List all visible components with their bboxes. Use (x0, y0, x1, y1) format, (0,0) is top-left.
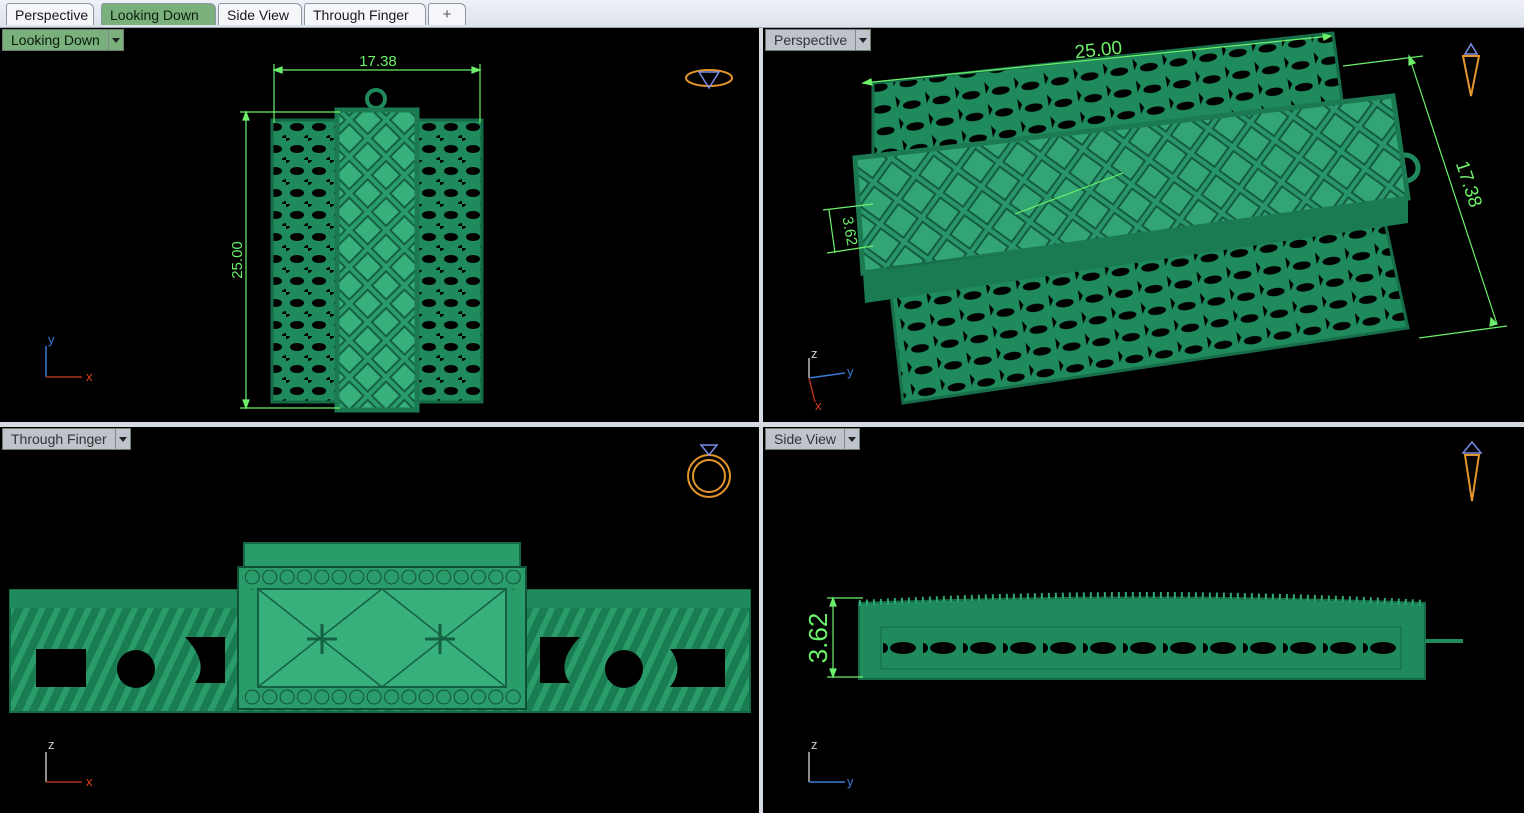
plus-icon: + (442, 6, 452, 23)
axis-x-label: x (86, 774, 93, 789)
axis-z-label: z (811, 737, 818, 752)
axis-z-label: z (811, 346, 818, 361)
ring-front-icon[interactable] (687, 444, 731, 498)
pendant-side-view (858, 592, 1463, 680)
dimension-width-label: 17.38 (359, 53, 397, 70)
dimension-height-side-label: 3.62 (803, 613, 833, 664)
chevron-down-icon[interactable] (107, 30, 123, 50)
dimension-height-label: 25.00 (229, 241, 246, 279)
viewport-tab-strip: Perspective Looking Down Side View Throu… (0, 0, 1524, 28)
tab-through-finger[interactable]: Through Finger (304, 3, 426, 25)
axis-x-label: x (86, 369, 93, 384)
tab-side-view[interactable]: Side View (218, 3, 302, 25)
chevron-down-icon[interactable] (114, 429, 130, 449)
axis-gizmo (808, 752, 845, 783)
through-finger-canvas: z x (9, 444, 751, 789)
viewport-label-through-finger[interactable]: Through Finger (2, 428, 131, 450)
add-tab-button[interactable]: + (428, 3, 466, 25)
pendant-top-view (270, 88, 484, 413)
chevron-down-icon[interactable] (855, 30, 871, 50)
viewport-title: Through Finger (3, 429, 115, 449)
axis-gizmo (45, 346, 82, 378)
axis-z-label: z (48, 737, 55, 752)
viewport-title: Perspective (766, 30, 856, 50)
side-view-canvas: 3.62 z y (803, 440, 1483, 789)
ring-top-view-icon[interactable] (685, 69, 733, 90)
looking-down-canvas: 17.38 25.00 y x (45, 53, 733, 413)
tab-looking-down[interactable]: Looking Down (101, 3, 216, 25)
axis-gizmo (808, 358, 846, 403)
dimension-height-perspective-label: 3.62 (839, 215, 861, 247)
tab-perspective[interactable]: Perspective (6, 3, 94, 25)
pendant-front-view (9, 542, 751, 713)
viewport-title: Side View (766, 429, 845, 449)
chevron-down-icon[interactable] (844, 429, 860, 449)
viewport-through-finger[interactable]: z x Through Finger (0, 427, 759, 813)
viewport-perspective[interactable]: 25.00 17.38 3.62 z y x Perspective (763, 28, 1524, 422)
axis-y-label: y (847, 364, 854, 379)
viewport-label-perspective[interactable]: Perspective (765, 29, 872, 51)
viewport-title: Looking Down (3, 30, 108, 50)
viewport-looking-down[interactable]: 17.38 25.00 y x Looking Down (0, 28, 759, 422)
axis-x-label: x (815, 398, 822, 413)
axis-gizmo (45, 752, 82, 783)
ring-side-icon[interactable] (1461, 440, 1483, 502)
axis-y-label: y (48, 332, 55, 347)
axis-y-label: y (847, 774, 854, 789)
viewport-label-side-view[interactable]: Side View (765, 428, 861, 450)
viewport-label-looking-down[interactable]: Looking Down (2, 29, 124, 51)
ring-perspective-icon[interactable] (1461, 42, 1481, 97)
viewport-side-view[interactable]: 3.62 z y Side View (763, 427, 1524, 813)
perspective-canvas: 25.00 17.38 3.62 z y x (808, 31, 1508, 413)
dimension-width-perspective-label: 17.38 (1451, 158, 1486, 210)
pendant-perspective-view (852, 31, 1421, 405)
